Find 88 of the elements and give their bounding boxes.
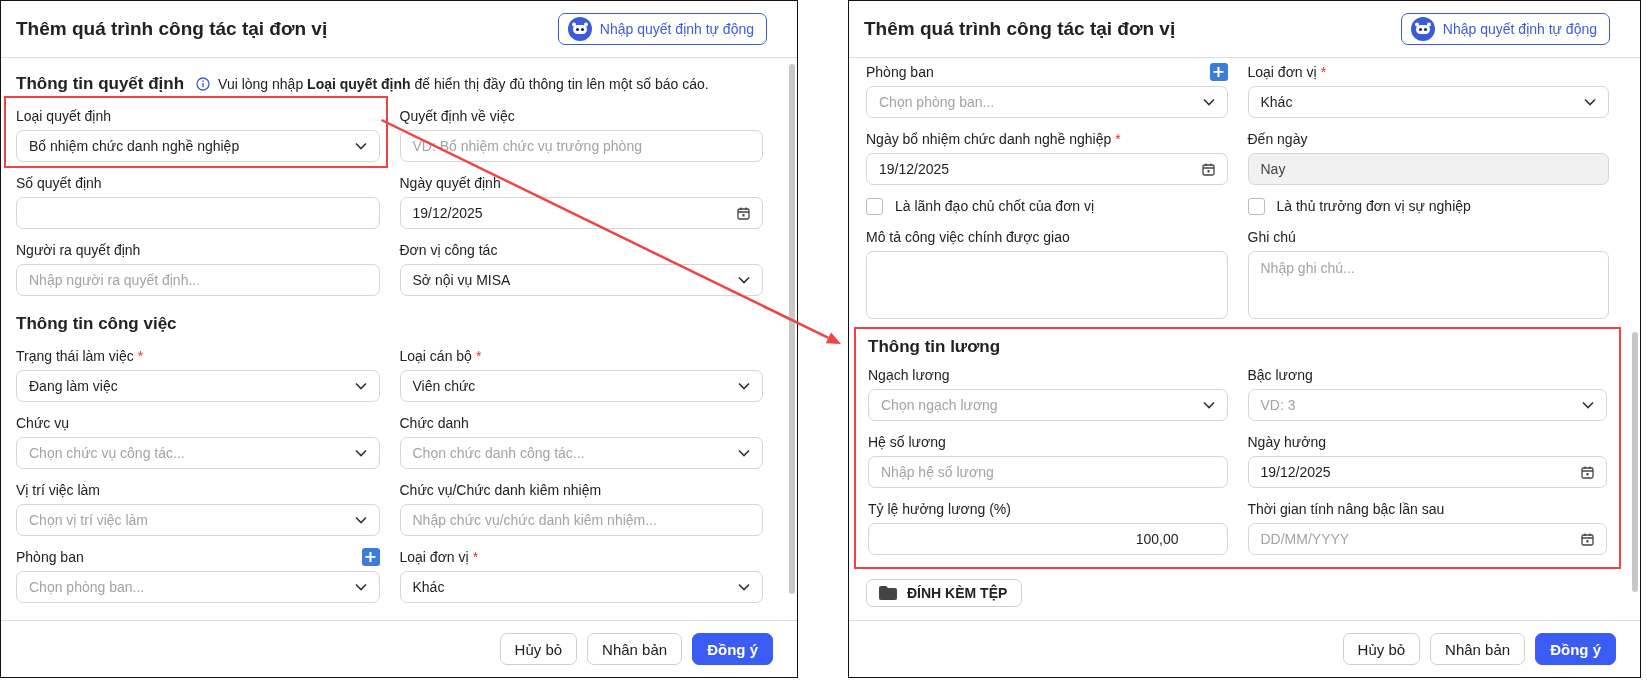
confirm-button[interactable]: Đồng ý xyxy=(692,633,773,665)
calendar-icon xyxy=(1581,532,1594,546)
field-label: Đơn vị công tác xyxy=(399,242,498,258)
calendar-icon xyxy=(1201,162,1215,176)
field-label: Chức vụ xyxy=(16,415,69,431)
field-label: Đến ngày xyxy=(1247,131,1308,147)
chevron-down-icon xyxy=(1582,401,1594,409)
field-label: Loại quyết định xyxy=(16,108,111,124)
field-label: Loại cán bộ xyxy=(399,348,472,364)
text-field[interactable] xyxy=(16,197,380,229)
footer-button[interactable]: Nhân bản xyxy=(1430,633,1526,665)
date-field[interactable]: 19/12/2025 xyxy=(1247,456,1607,488)
section-heading: Thông tin lương xyxy=(868,337,1001,357)
field-label: Bậc lương xyxy=(1247,367,1313,383)
readonly-field: Nay xyxy=(1247,153,1609,185)
field-label: Ngày bổ nhiệm chức danh nghề nghiệp xyxy=(866,131,1112,147)
section-heading: Thông tin quyết định xyxy=(16,74,185,94)
confirm-button[interactable]: Đồng ý xyxy=(1535,633,1616,665)
chevron-down-icon xyxy=(738,276,750,284)
chevron-down-icon xyxy=(354,382,367,390)
add-button[interactable]: + xyxy=(361,548,380,566)
auto-import-button[interactable]: Nhập quyết định tự động xyxy=(557,13,767,45)
chevron-down-icon xyxy=(354,449,367,457)
select-field[interactable]: Khác xyxy=(399,571,763,603)
add-button[interactable]: + xyxy=(1209,63,1228,81)
select-field[interactable]: Viên chức xyxy=(399,370,763,402)
attach-file-button[interactable]: ĐÍNH KÈM TỆP xyxy=(866,579,1023,607)
section-heading: Thông tin công việc xyxy=(16,314,177,334)
field-label: Ngày hưởng xyxy=(1247,434,1326,450)
dialog-title: Thêm quá trình công tác tại đơn vị xyxy=(864,18,1176,40)
required-mark: * xyxy=(472,549,479,565)
field-label: Tỷ lệ hưởng lương (%) xyxy=(868,501,1011,517)
field-label: Ngạch lương xyxy=(868,367,950,383)
required-mark: * xyxy=(1320,64,1327,80)
scrollbar-thumb[interactable] xyxy=(1632,332,1638,592)
chevron-down-icon xyxy=(738,449,750,457)
field-label: Thời gian tính nâng bậc lần sau xyxy=(1247,501,1445,517)
required-mark: * xyxy=(1115,131,1121,147)
chevron-down-icon xyxy=(1584,98,1596,106)
field-label: Trạng thái làm việc xyxy=(16,348,134,364)
chevron-down-icon xyxy=(738,583,750,591)
field-label: Chức danh xyxy=(399,415,469,431)
field-label: Hệ số lương xyxy=(868,434,946,450)
footer-button[interactable]: Nhân bản xyxy=(587,633,683,665)
field-label: Quyết định về việc xyxy=(399,108,515,124)
calendar-icon xyxy=(1581,465,1594,479)
number-field[interactable]: 100,00 xyxy=(868,523,1228,555)
required-mark: * xyxy=(137,348,144,364)
chevron-down-icon xyxy=(354,142,367,150)
field-label: Số quyết định xyxy=(16,175,102,191)
field-label: Loại đơn vị xyxy=(1247,64,1317,80)
chevron-down-icon xyxy=(354,516,367,524)
checkbox[interactable] xyxy=(866,197,883,215)
field-label: Loại đơn vị xyxy=(399,549,469,565)
required-mark: * xyxy=(475,348,482,364)
field-label: Chức vụ/Chức danh kiêm nhiệm xyxy=(399,482,602,498)
select-field[interactable]: Đang làm việc xyxy=(16,370,380,402)
footer-button[interactable]: Hủy bỏ xyxy=(499,633,578,665)
chevron-down-icon xyxy=(1202,401,1215,409)
field-label: Ghi chú xyxy=(1247,229,1296,245)
checkbox-label: Là lãnh đạo chủ chốt của đơn vị xyxy=(895,198,1095,214)
select-field[interactable]: Bổ nhiệm chức danh nghề nghiệp xyxy=(16,130,380,162)
checkbox[interactable] xyxy=(1247,197,1265,215)
date-field[interactable]: 19/12/2025 xyxy=(399,197,763,229)
field-label: Người ra quyết định xyxy=(16,242,141,258)
folder-icon xyxy=(879,586,897,600)
field-label: Phòng ban xyxy=(866,64,934,80)
select-field[interactable]: Khác xyxy=(1247,86,1609,118)
checkbox-label: Là thủ trưởng đơn vị sự nghiệp xyxy=(1276,198,1471,214)
info-note: Vui lòng nhập Loại quyết định để hiển thị đầy đủ thông tin lên một số báo cáo. xyxy=(218,76,709,92)
robot-icon xyxy=(1410,17,1435,41)
text-area[interactable] xyxy=(866,251,1228,319)
select-field[interactable]: Sở nội vụ MISA xyxy=(399,264,763,296)
field-label: Ngày quyết định xyxy=(399,175,501,191)
footer-button[interactable]: Hủy bỏ xyxy=(1342,633,1421,665)
info-icon xyxy=(196,77,211,91)
field-label: Mô tả công việc chính được giao xyxy=(866,229,1070,245)
chevron-down-icon xyxy=(354,583,367,591)
auto-import-button[interactable]: Nhập quyết định tự động xyxy=(1400,13,1610,45)
date-field[interactable]: 19/12/2025 xyxy=(866,153,1228,185)
chevron-down-icon xyxy=(738,382,750,390)
dialog-title: Thêm quá trình công tác tại đơn vị xyxy=(16,18,328,40)
robot-icon xyxy=(567,17,592,41)
field-label: Phòng ban xyxy=(16,549,84,565)
chevron-down-icon xyxy=(1202,98,1215,106)
calendar-icon xyxy=(737,206,750,220)
field-label: Vị trí việc làm xyxy=(16,482,100,498)
scrollbar-thumb[interactable] xyxy=(789,64,795,594)
